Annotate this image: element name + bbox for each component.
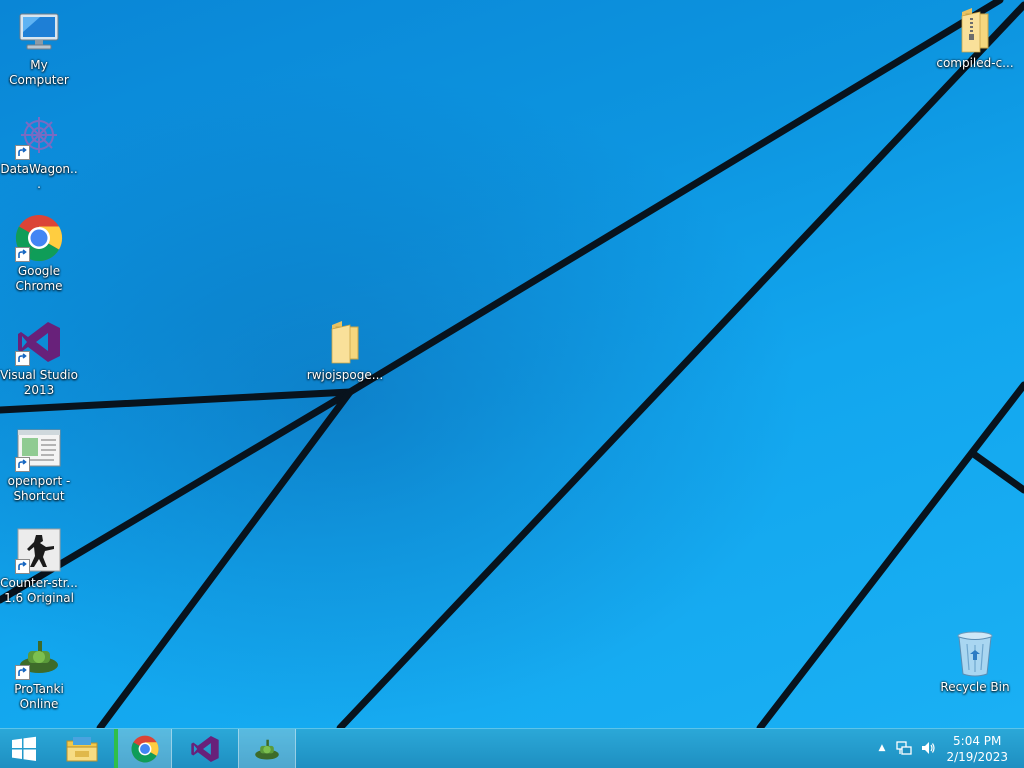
shortcut-arrow-icon [15, 665, 30, 680]
desktop-icon-google-chrome[interactable]: Google Chrome [0, 214, 78, 294]
taskbar-chrome[interactable] [114, 729, 172, 768]
file-explorer-icon [66, 736, 98, 761]
desktop-icon-datawagon[interactable]: DataWagon... [0, 112, 78, 192]
wallpaper-lines [0, 0, 1024, 728]
protanki-icon [255, 739, 279, 760]
icon-label: My Computer [9, 58, 69, 87]
taskbar: ▲ 5:04 PM 2/19/2023 [0, 728, 1024, 768]
desktop-icon-counter-strike[interactable]: Counter-str... 1.6 Original [0, 526, 78, 606]
zip-folder-icon [951, 6, 999, 54]
icon-label: Counter-str... 1.6 Original [0, 576, 78, 605]
windows-logo-icon [12, 736, 36, 761]
show-hidden-icons-button[interactable]: ▲ [874, 739, 890, 757]
desktop-icon-folder-compiled[interactable]: compiled-c... [936, 6, 1014, 71]
recycle-bin-icon [951, 630, 999, 678]
folder-icon [321, 318, 369, 366]
icon-label: openport - Shortcut [7, 474, 71, 503]
icon-label: ProTanki Online [14, 682, 64, 711]
desktop-icon-openport[interactable]: openport - Shortcut [0, 424, 78, 504]
openport-icon [15, 424, 63, 472]
desktop-icon-my-computer[interactable]: My Computer [0, 8, 78, 88]
volume-icon[interactable] [920, 739, 936, 757]
shortcut-arrow-icon [15, 457, 30, 472]
icon-label: Google Chrome [15, 264, 63, 293]
visual-studio-icon [15, 318, 63, 366]
shortcut-arrow-icon [15, 145, 30, 160]
clock-time: 5:04 PM [953, 734, 1002, 748]
datawagon-icon [15, 112, 63, 160]
taskbar-clock[interactable]: 5:04 PM 2/19/2023 [946, 733, 1008, 765]
icon-label: Visual Studio 2013 [0, 368, 78, 397]
shortcut-arrow-icon [15, 247, 30, 262]
visual-studio-icon [191, 735, 219, 762]
start-button[interactable] [0, 729, 48, 768]
desktop-icon-recycle-bin[interactable]: Recycle Bin [936, 630, 1014, 695]
icon-label: DataWagon... [0, 162, 78, 191]
shortcut-arrow-icon [15, 351, 30, 366]
taskbar-visual-studio[interactable] [176, 729, 234, 768]
chrome-icon [131, 735, 158, 762]
desktop[interactable]: My Computer DataWagon... Google Chrome V… [0, 0, 1024, 728]
chrome-icon [15, 214, 63, 262]
taskbar-file-explorer[interactable] [54, 729, 110, 768]
counter-strike-icon [15, 526, 63, 574]
desktop-icon-visual-studio[interactable]: Visual Studio 2013 [0, 318, 78, 398]
icon-label: compiled-c... [936, 56, 1014, 70]
taskbar-protanki[interactable] [238, 729, 296, 768]
network-icon[interactable] [896, 739, 912, 757]
clock-date: 2/19/2023 [946, 750, 1008, 764]
shortcut-arrow-icon [15, 559, 30, 574]
computer-icon [15, 8, 63, 56]
protanki-icon [15, 632, 63, 680]
desktop-icon-protanki[interactable]: ProTanki Online [0, 632, 78, 712]
icon-label: rwjojspoge... [306, 368, 384, 382]
desktop-icon-folder-rwjojspoge[interactable]: rwjojspoge... [306, 318, 384, 383]
chevron-up-icon: ▲ [878, 743, 886, 753]
icon-label: Recycle Bin [940, 680, 1010, 694]
